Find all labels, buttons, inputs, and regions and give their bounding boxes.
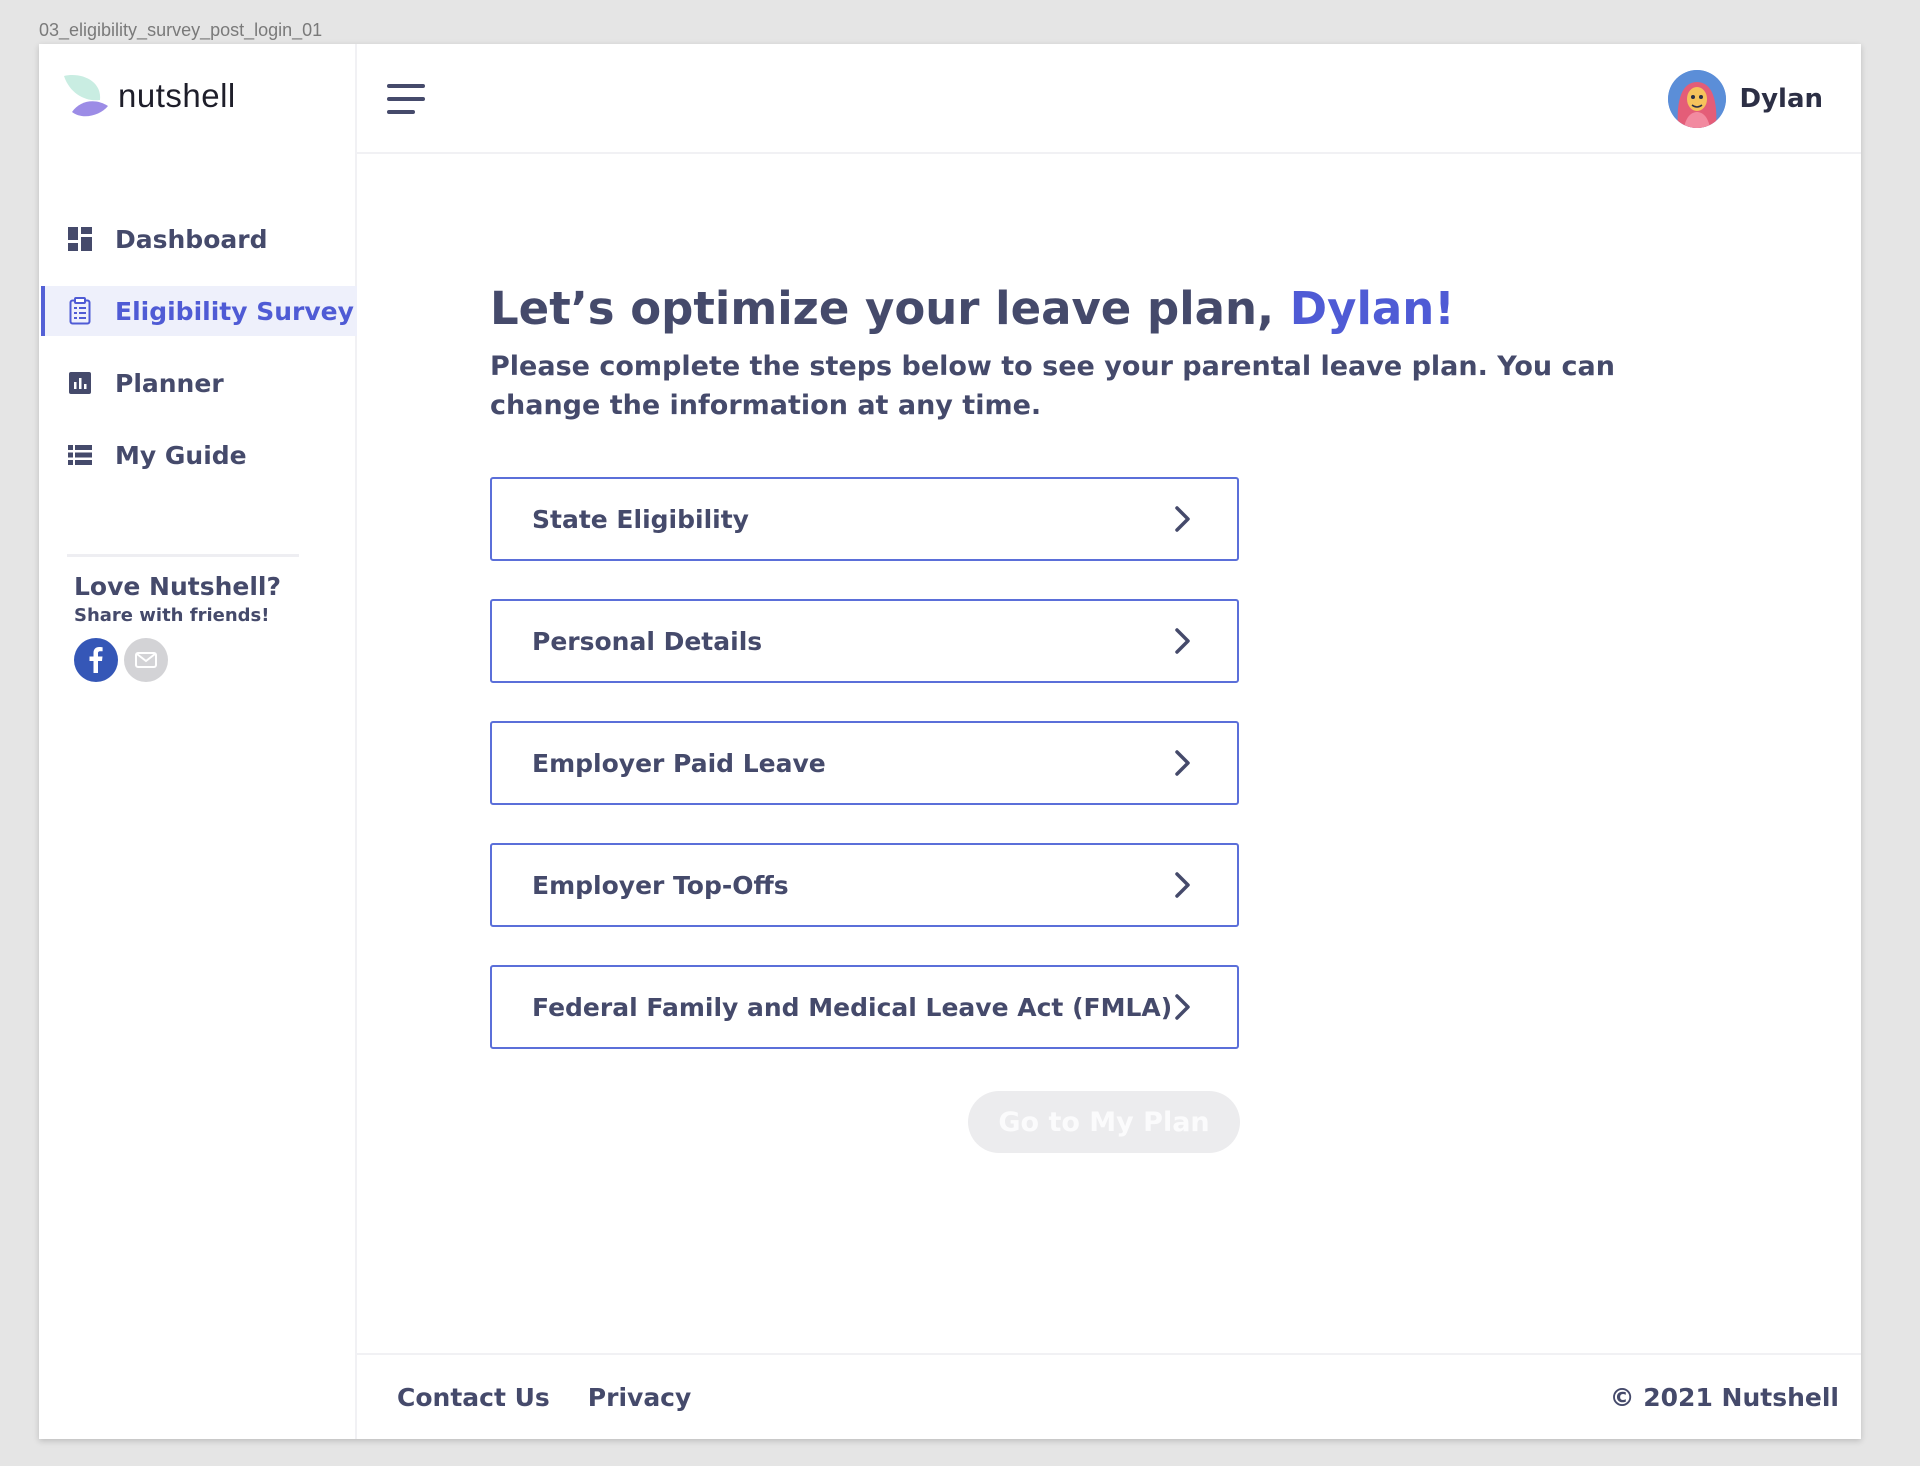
chevron-right-icon [1175,750,1190,776]
chevron-right-icon [1175,994,1190,1020]
facebook-icon [89,647,103,673]
app-frame: nutshell Dashboard Eligibility Survey Pl… [39,44,1861,1439]
step-personal-details[interactable]: Personal Details [490,599,1239,683]
artboard-label: 03_eligibility_survey_post_login_01 [39,20,323,40]
page-subtitle: Please complete the steps below to see y… [490,351,1615,421]
page-title-prefix: Let’s optimize your leave plan, [490,282,1290,335]
share-buttons [74,638,281,682]
dashboard-icon [67,226,93,252]
sidebar-item-label: Eligibility Survey [115,296,354,326]
go-to-my-plan-button[interactable]: Go to My Plan [968,1091,1240,1153]
bar-chart-icon [67,370,93,396]
sidebar-item-my-guide[interactable]: My Guide [41,430,357,480]
sidebar: nutshell Dashboard Eligibility Survey Pl… [39,44,357,1439]
sidebar-item-dashboard[interactable]: Dashboard [41,214,357,264]
share-panel: Love Nutshell? Share with friends! [74,572,281,682]
menu-toggle-button[interactable] [387,84,427,118]
user-menu[interactable]: Dylan [1667,70,1824,128]
chevron-right-icon [1175,628,1190,654]
brand-name: nutshell [118,77,236,114]
step-label: Employer Top-Offs [532,870,789,900]
sidebar-item-label: My Guide [115,440,247,470]
step-label: State Eligibility [532,504,749,534]
list-icon [67,442,93,468]
chevron-right-icon [1175,872,1190,898]
step-label: Personal Details [532,626,763,656]
sidebar-item-label: Planner [115,368,224,398]
privacy-link[interactable]: Privacy [588,1383,692,1412]
mail-share-button[interactable] [124,638,168,682]
step-employer-top-offs[interactable]: Employer Top-Offs [490,843,1239,927]
step-state-eligibility[interactable]: State Eligibility [490,477,1239,561]
mail-icon [135,652,157,668]
facebook-share-button[interactable] [74,638,118,682]
logo-mark-icon [64,75,108,117]
user-name: Dylan [1739,84,1824,114]
main-area: Dylan Let’s optimize your leave plan, Dy… [357,44,1861,1439]
sidebar-item-eligibility-survey[interactable]: Eligibility Survey [41,286,357,336]
sidebar-item-planner[interactable]: Planner [41,358,357,408]
share-subtitle: Share with friends! [74,605,270,626]
share-title: Love Nutshell? [74,572,282,601]
page-title: Let’s optimize your leave plan, Dylan! [490,282,1690,335]
copyright: © 2021 Nutshell [1609,1382,1839,1412]
chevron-right-icon [1175,506,1190,532]
hamburger-line [387,97,425,101]
brand-logo[interactable]: nutshell [62,72,236,120]
page-title-name: Dylan! [1289,282,1455,335]
sidebar-item-label: Dashboard [115,224,268,254]
hamburger-line [387,84,425,88]
step-fmla[interactable]: Federal Family and Medical Leave Act (FM… [490,965,1239,1049]
survey-steps: State Eligibility Personal Details Emplo… [490,477,1239,1087]
sidebar-nav: Dashboard Eligibility Survey Planner My … [41,214,357,502]
contact-us-link[interactable]: Contact Us [397,1383,550,1412]
avatar [1667,70,1726,128]
sidebar-divider [67,554,299,557]
intro: Let’s optimize your leave plan, Dylan! P… [490,282,1690,425]
top-bar: Dylan [357,44,1861,154]
step-label: Federal Family and Medical Leave Act (FM… [532,992,1173,1022]
hamburger-line [387,110,415,114]
footer: Contact Us Privacy © 2021 Nutshell [357,1353,1861,1439]
step-employer-paid-leave[interactable]: Employer Paid Leave [490,721,1239,805]
step-label: Employer Paid Leave [532,748,826,778]
clipboard-icon [67,297,93,325]
